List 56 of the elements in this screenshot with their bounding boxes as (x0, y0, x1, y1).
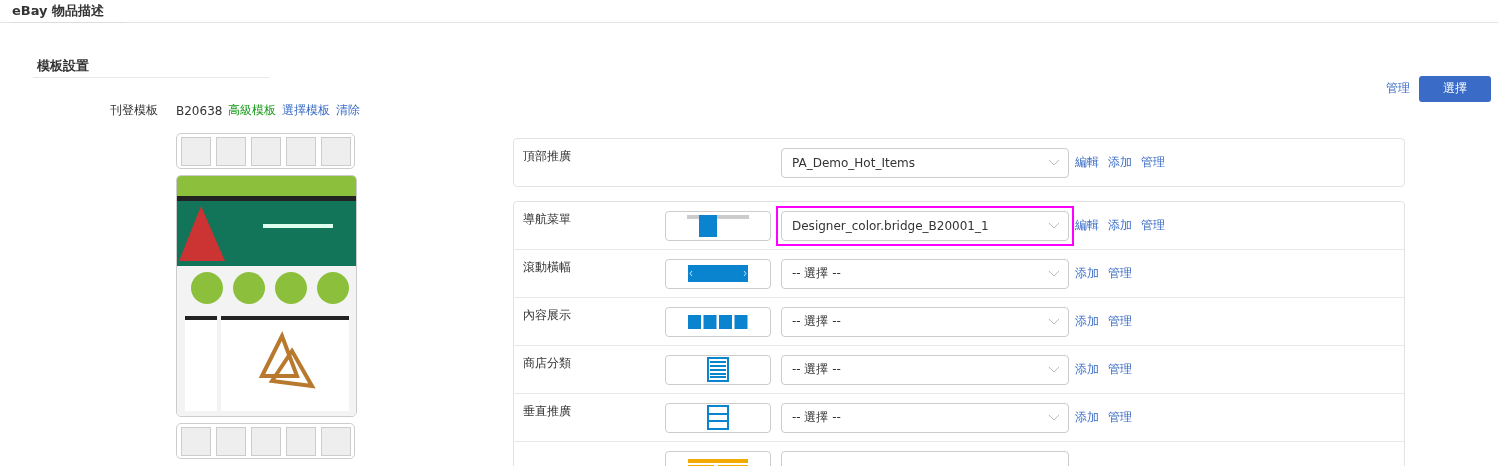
field-label: 頂部推廣 (523, 148, 572, 165)
field-label: 商店分類 (523, 355, 572, 372)
action-link[interactable]: 編輯 (1075, 154, 1099, 171)
manage-link[interactable]: 管理 (1386, 80, 1410, 97)
chevron-down-icon (1048, 365, 1060, 374)
select-field[interactable]: PA_Demo_Hot_Items (781, 147, 1069, 178)
banner-slider-icon (688, 265, 748, 282)
field-label: 滾動橫幅 (523, 259, 572, 276)
thumbnail-placeholder (285, 136, 316, 166)
chevron-down-icon (1048, 413, 1060, 422)
template-code: B20638 (176, 103, 223, 118)
action-link[interactable]: 添加 (1075, 265, 1099, 282)
action-link[interactable]: 管理 (1141, 154, 1165, 171)
thumbnail-placeholder (285, 426, 316, 456)
action-link[interactable]: 添加 (1108, 217, 1132, 234)
section-title: 模板設置 (33, 57, 269, 78)
action-link[interactable]: 管理 (1108, 265, 1132, 282)
action-link[interactable]: 添加 (1075, 409, 1099, 426)
select-field[interactable]: -- 選擇 -- (781, 354, 1069, 385)
stacked-blocks-icon (707, 405, 729, 430)
chevron-down-icon (1048, 317, 1060, 326)
thumbnail-placeholder (250, 426, 281, 456)
action-link[interactable]: 管理 (1108, 361, 1132, 378)
thumbnail-placeholder (180, 136, 211, 166)
action-link[interactable]: 添加 (1075, 313, 1099, 330)
action-link[interactable]: 編輯 (1075, 217, 1099, 234)
template-link[interactable]: 選擇模板 (282, 102, 331, 119)
tiles-icon (688, 314, 748, 329)
select-field[interactable]: Designer_color.bridge_B20001_1 (781, 210, 1069, 241)
chevron-down-icon (1048, 221, 1060, 230)
action-link[interactable]: 管理 (1141, 217, 1165, 234)
nav-menu-icon (687, 214, 749, 237)
field-label: 垂直推廣 (523, 403, 572, 420)
select-field[interactable]: -- 選擇 -- (781, 306, 1069, 337)
action-link[interactable]: 添加 (1075, 361, 1099, 378)
thumbnail-placeholder (215, 136, 246, 166)
thumbnail-placeholder (215, 426, 246, 456)
field-label: 導航菜單 (523, 211, 572, 228)
field-label: 內容展示 (523, 307, 572, 324)
action-link[interactable]: 添加 (1108, 154, 1132, 171)
template-link[interactable]: 清除 (336, 102, 361, 119)
thumbnail-placeholder (250, 136, 281, 166)
page-title: eBay 物品描述 (12, 0, 127, 23)
select-button[interactable]: 選擇 (1419, 75, 1491, 102)
action-link[interactable]: 管理 (1108, 409, 1132, 426)
list-icon (707, 357, 729, 382)
template-level-tag: 高級模板 (228, 102, 277, 119)
field-label: 刊登模板 (109, 102, 158, 119)
action-link[interactable]: 管理 (1108, 313, 1132, 330)
thumbnail-placeholder (180, 426, 211, 456)
thumbnail-placeholder (320, 136, 351, 166)
select-field[interactable]: -- 選擇 -- (781, 402, 1069, 433)
thumbnail-placeholder (320, 426, 351, 456)
chevron-down-icon (1048, 269, 1060, 278)
chevron-down-icon (1048, 158, 1060, 167)
select-field[interactable]: -- 選擇 -- (781, 258, 1069, 289)
